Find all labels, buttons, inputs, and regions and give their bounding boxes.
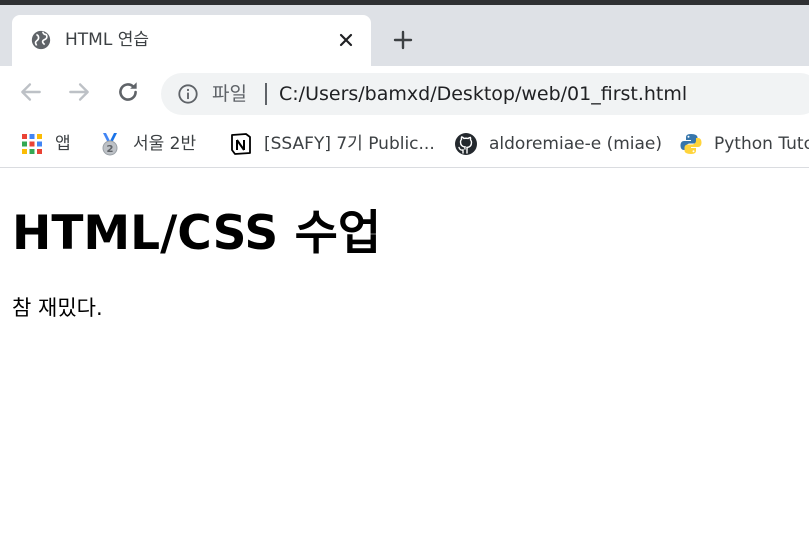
page-heading: HTML/CSS 수업 [12, 206, 382, 261]
apps-grid-icon [22, 134, 42, 154]
browser-titlebar: HTML 연습 [0, 0, 809, 66]
window-top-edge [0, 0, 809, 5]
bookmark-apps[interactable]: 앱 [20, 128, 71, 160]
browser-tab-active[interactable]: HTML 연습 [12, 15, 371, 66]
address-bar[interactable]: 파일 C:/Users/bamxd/Desktop/web/01_first.h… [161, 73, 809, 115]
url-text[interactable]: C:/Users/bamxd/Desktop/web/01_first.html [279, 82, 687, 106]
bookmark-python[interactable]: Python Tuto [679, 128, 809, 160]
bookmark-github[interactable]: aldoremiae-e (miae) [454, 128, 662, 160]
reload-icon[interactable] [115, 79, 141, 105]
forward-arrow-icon[interactable] [66, 79, 92, 105]
bookmark-ssafy-notion[interactable]: [SSAFY] 7기 Public... [229, 128, 435, 160]
medal-icon: 2 [102, 133, 118, 156]
tab-title: HTML 연습 [65, 30, 149, 50]
page-paragraph: 참 재밌다. [12, 296, 103, 320]
bookmark-label: aldoremiae-e (miae) [489, 134, 662, 154]
browser-toolbar: 파일 C:/Users/bamxd/Desktop/web/01_first.h… [0, 66, 809, 122]
bookmark-seoul-class[interactable]: 2 서울 2반 [98, 128, 196, 160]
info-icon[interactable] [177, 83, 199, 105]
bookmark-label: 앱 [55, 134, 71, 154]
bookmark-label: [SSAFY] 7기 Public... [264, 134, 435, 154]
bookmark-label: 서울 2반 [133, 134, 197, 154]
notion-icon [231, 133, 251, 155]
svg-text:2: 2 [107, 144, 114, 155]
bookmark-label: Python Tuto [714, 134, 809, 154]
close-icon[interactable] [336, 30, 356, 50]
back-arrow-icon[interactable] [18, 79, 44, 105]
github-icon [455, 133, 477, 155]
address-divider [265, 83, 267, 105]
new-tab-button[interactable] [391, 28, 415, 52]
page-content: HTML/CSS 수업 참 재밌다. [12, 169, 809, 321]
bookmarks-bar: 앱 2 서울 2반 [SSAFY] 7기 Public... aldoremia… [0, 122, 809, 168]
globe-icon [31, 30, 51, 50]
python-icon [680, 134, 702, 154]
url-scheme-label: 파일 [212, 83, 247, 105]
